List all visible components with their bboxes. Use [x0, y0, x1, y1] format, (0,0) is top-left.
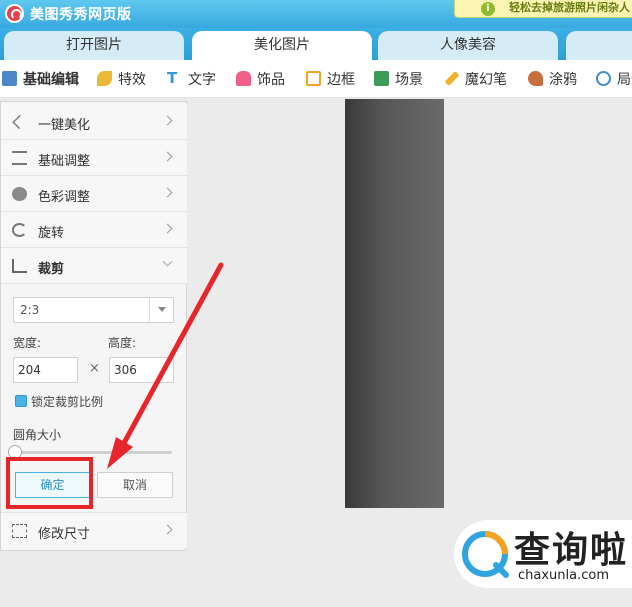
- main-tabs: 打开图片 美化图片 人像美容: [0, 28, 632, 60]
- resize-icon: [12, 524, 27, 538]
- width-input[interactable]: 204: [13, 357, 78, 383]
- menu-label: 修改尺寸: [38, 527, 91, 542]
- menu-basic-adjust[interactable]: 基础调整: [1, 140, 187, 176]
- crop-ratio-value: 2:3: [20, 303, 40, 317]
- menu-label: 裁剪: [38, 262, 65, 277]
- tool-label: 基础编辑: [23, 72, 79, 88]
- watermark-text: 查询啦: [514, 530, 629, 571]
- info-icon: i: [481, 2, 495, 16]
- tool-label: 局部: [617, 72, 632, 88]
- decoration-icon: [236, 71, 251, 86]
- effects-icon: [97, 71, 112, 86]
- dropdown-arrow-icon[interactable]: [149, 298, 173, 322]
- tool-label: 边框: [327, 72, 355, 88]
- times-sign: ×: [89, 361, 100, 376]
- app-logo-icon: [5, 4, 24, 23]
- tab-more[interactable]: [566, 31, 632, 60]
- edit-toolbar: 基础编辑 特效 T 文字 饰品 边框 场景 魔幻笔 涂鸦 局部: [0, 60, 632, 98]
- lock-ratio-label: 锁定裁剪比例: [31, 395, 104, 409]
- tab-portrait-beauty[interactable]: 人像美容: [378, 31, 558, 60]
- chevron-right-icon: [162, 524, 173, 535]
- chevron-right-icon: [162, 187, 173, 198]
- watermark-logo-icon: [462, 531, 509, 578]
- lock-ratio-checkbox[interactable]: [15, 395, 27, 407]
- tab-open-image[interactable]: 打开图片: [4, 31, 184, 60]
- menu-label: 旋转: [38, 226, 65, 241]
- menu-color-adjust[interactable]: 色彩调整: [1, 176, 187, 212]
- corner-radius-slider[interactable]: [15, 451, 172, 454]
- magic-wand-icon: [12, 114, 27, 130]
- app-title: 美图秀秀网页版: [30, 7, 132, 23]
- watermark-domain: chaxunla.com: [518, 568, 609, 583]
- tool-label: 特效: [118, 72, 146, 88]
- menu-rotate[interactable]: 旋转: [1, 212, 187, 248]
- graffiti-icon: [528, 71, 543, 86]
- palette-icon: [12, 187, 27, 201]
- frame-icon: [306, 71, 321, 86]
- cancel-button[interactable]: 取消: [97, 472, 173, 498]
- local-edit-icon: [596, 71, 611, 86]
- rotate-icon: [12, 223, 27, 237]
- tool-label: 饰品: [257, 72, 285, 88]
- chevron-right-icon: [162, 115, 173, 126]
- tab-beautify-image[interactable]: 美化图片: [192, 31, 372, 60]
- photo-preview[interactable]: [345, 99, 444, 508]
- promo-banner[interactable]: i 轻松去掉旅游照片闲杂人: [454, 0, 632, 18]
- basic-edit-icon: [2, 71, 17, 86]
- chevron-right-icon: [162, 151, 173, 162]
- watermark: 查询啦 chaxunla.com: [454, 520, 632, 588]
- corner-radius-label: 圆角大小: [13, 428, 62, 442]
- promo-text: 轻松去掉旅游照片闲杂人: [509, 1, 630, 14]
- crop-icon: [12, 259, 27, 273]
- chevron-right-icon: [162, 223, 173, 234]
- tool-label: 文字: [188, 72, 216, 88]
- height-label: 高度:: [108, 336, 137, 350]
- menu-label: 基础调整: [38, 154, 91, 169]
- title-bar: 美图秀秀网页版 i 轻松去掉旅游照片闲杂人: [0, 0, 632, 28]
- tool-label: 魔幻笔: [465, 72, 507, 88]
- tool-label: 场景: [395, 72, 423, 88]
- menu-resize[interactable]: 修改尺寸: [1, 512, 187, 548]
- height-input[interactable]: 306: [109, 357, 174, 383]
- scene-icon: [374, 71, 389, 86]
- width-label: 宽度:: [13, 336, 42, 350]
- tool-label: 涂鸦: [549, 72, 577, 88]
- text-icon: T: [167, 69, 178, 87]
- menu-label: 一键美化: [38, 118, 91, 133]
- chevron-down-icon: [162, 256, 173, 267]
- annotation-highlight-box: [6, 457, 93, 509]
- sliders-icon: [12, 151, 27, 165]
- menu-crop[interactable]: 裁剪: [1, 248, 187, 284]
- crop-ratio-select[interactable]: 2:3: [13, 297, 174, 323]
- menu-label: 色彩调整: [38, 190, 91, 205]
- magic-pen-icon: [444, 71, 460, 86]
- menu-one-key-beautify[interactable]: 一键美化: [1, 104, 187, 140]
